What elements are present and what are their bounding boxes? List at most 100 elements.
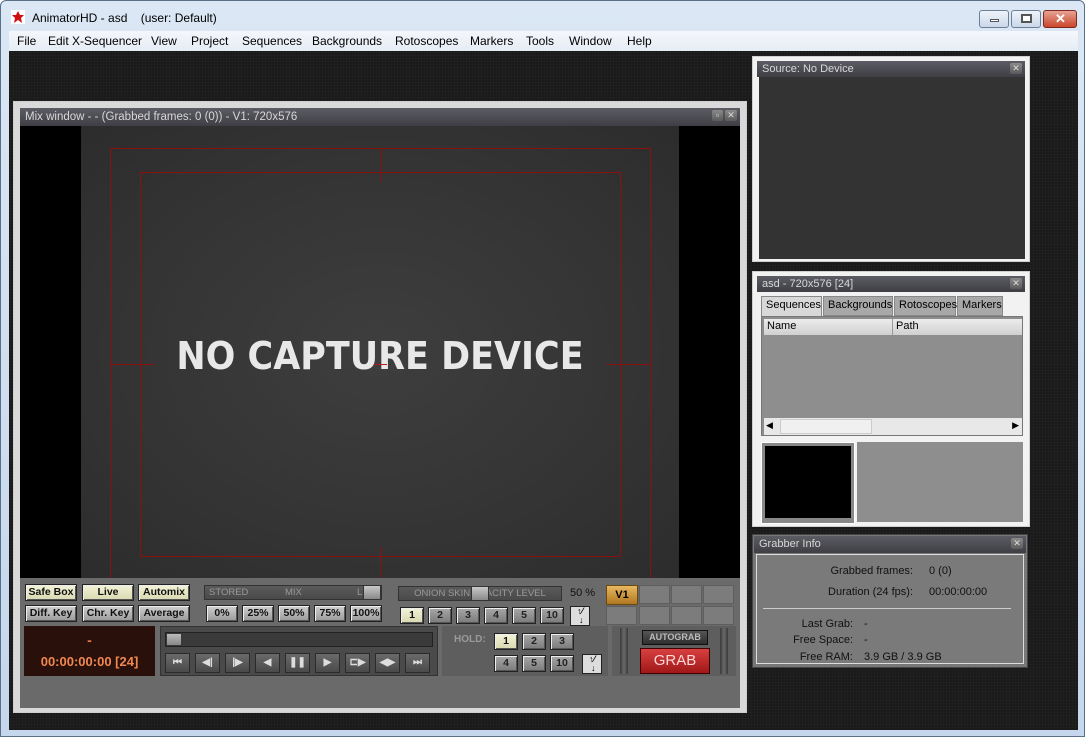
grab-panel: AUTOGRAB GRAB — [612, 626, 736, 676]
video-frame: NO CAPTURE DEVICE — [81, 126, 679, 581]
layer-slot[interactable] — [606, 606, 637, 625]
scrollbar-thumb[interactable] — [780, 419, 872, 434]
hold-4[interactable]: 4 — [494, 655, 518, 672]
menu-markers[interactable]: Markers — [470, 34, 513, 48]
source-panel-header[interactable]: Source: No Device ✕ — [757, 61, 1025, 77]
onion-skin-thumb[interactable] — [471, 586, 489, 601]
close-icon[interactable]: ✕ — [725, 110, 737, 121]
menu-tools[interactable]: Tools — [526, 34, 554, 48]
menu-project[interactable]: Project — [191, 34, 228, 48]
project-panel-header[interactable]: asd - 720x576 [24] ✕ — [757, 276, 1025, 292]
maximize-button[interactable] — [1011, 10, 1041, 28]
safe-box-button[interactable]: Safe Box — [25, 584, 77, 601]
source-preview — [759, 77, 1025, 259]
menu-window[interactable]: Window — [569, 34, 612, 48]
menu-rotoscopes[interactable]: Rotoscopes — [395, 34, 458, 48]
menu-edit-x-sequencer[interactable]: Edit X-Sequencer — [48, 34, 142, 48]
menu-sequences[interactable]: Sequences — [242, 34, 302, 48]
close-icon[interactable]: ✕ — [1010, 278, 1022, 289]
onion-frame-5[interactable]: 5 — [512, 607, 536, 624]
minimize-button[interactable] — [979, 10, 1009, 28]
column-path[interactable]: Path — [896, 320, 919, 332]
layer-slot[interactable] — [703, 585, 734, 604]
go-to-start-button[interactable]: ⏮ — [165, 653, 190, 673]
mix-preset-100[interactable]: 100% — [350, 605, 382, 622]
source-panel: Source: No Device ✕ — [752, 56, 1030, 262]
close-icon[interactable]: ✕ — [1010, 63, 1022, 74]
app-logo-icon — [11, 10, 25, 24]
no-capture-device-text: NO CAPTURE DEVICE — [176, 334, 584, 378]
ping-pong-button[interactable]: ◀▶ — [375, 653, 400, 673]
hold-direction-toggle[interactable]: ↑⁄ ↓ — [582, 654, 602, 674]
diff-key-button[interactable]: Diff. Key — [25, 605, 77, 622]
menu-view[interactable]: View — [151, 34, 177, 48]
menu-help[interactable]: Help — [627, 34, 652, 48]
close-button[interactable]: ✕ — [1043, 10, 1077, 28]
divider — [763, 608, 1011, 609]
close-icon[interactable]: ✕ — [1011, 538, 1023, 549]
live-button[interactable]: Live — [82, 584, 134, 601]
center-crosshair — [374, 364, 387, 365]
list-header: Name Path — [764, 319, 1022, 335]
mix-preset-25[interactable]: 25% — [242, 605, 274, 622]
menu-file[interactable]: File — [17, 34, 36, 48]
mix-preset-0[interactable]: 0% — [206, 605, 238, 622]
horizontal-scrollbar[interactable]: ◀ ▶ — [764, 418, 1022, 435]
onion-direction-toggle[interactable]: ↑⁄ ↓ — [570, 606, 590, 626]
onion-frame-2[interactable]: 2 — [428, 607, 452, 624]
mix-preset-50[interactable]: 50% — [278, 605, 310, 622]
play-reverse-button[interactable]: ◀ — [255, 653, 280, 673]
safe-tick-bottom — [380, 547, 381, 581]
grab-button[interactable]: GRAB — [640, 648, 710, 674]
column-name[interactable]: Name — [767, 320, 796, 332]
grabber-info-header[interactable]: Grabber Info ✕ — [754, 536, 1026, 553]
layer-slot[interactable] — [639, 606, 670, 625]
step-back-button[interactable]: ◀| — [195, 653, 220, 673]
layer-slot[interactable] — [671, 606, 702, 625]
autograb-button[interactable]: AUTOGRAB — [642, 630, 708, 645]
onion-frame-1[interactable]: 1 — [400, 607, 424, 624]
restore-icon[interactable]: ▫ — [712, 110, 723, 121]
grabbed-frames-value: 0 (0) — [929, 565, 952, 577]
scroll-left-icon[interactable]: ◀ — [766, 420, 773, 431]
timeline-scrubber[interactable] — [165, 632, 433, 647]
layer-slot[interactable] — [703, 606, 734, 625]
menu-backgrounds[interactable]: Backgrounds — [312, 34, 382, 48]
onion-skin-slider[interactable]: ONION SKIN OPACITY LEVEL — [398, 586, 562, 601]
automix-button[interactable]: Automix — [138, 584, 190, 601]
chr-key-button[interactable]: Chr. Key — [82, 605, 134, 622]
free-space-value: - — [864, 634, 868, 646]
step-forward-button[interactable]: |▶ — [225, 653, 250, 673]
tab-backgrounds[interactable]: Backgrounds — [823, 296, 893, 316]
tab-markers[interactable]: Markers — [957, 296, 1003, 316]
title-bar: AnimatorHD - asd (user: Default) ✕ — [1, 1, 1084, 31]
scroll-right-icon[interactable]: ▶ — [1012, 420, 1019, 431]
hold-1[interactable]: 1 — [494, 633, 518, 650]
go-to-end-button[interactable]: ⏭ — [405, 653, 430, 673]
average-button[interactable]: Average — [138, 605, 190, 622]
onion-frame-3[interactable]: 3 — [456, 607, 480, 624]
hold-2[interactable]: 2 — [522, 633, 546, 650]
play-button[interactable]: ▶ — [315, 653, 340, 673]
sequence-info-area — [857, 442, 1023, 522]
mix-slider[interactable]: STORED MIX LIVE — [204, 585, 382, 600]
loop-button[interactable]: ⊏▶ — [345, 653, 370, 673]
sequence-list[interactable]: Name Path ◀ ▶ — [761, 316, 1023, 436]
onion-frame-10[interactable]: 10 — [540, 607, 564, 624]
mix-preset-75[interactable]: 75% — [314, 605, 346, 622]
scrubber-thumb[interactable] — [167, 634, 181, 645]
onion-frame-4[interactable]: 4 — [484, 607, 508, 624]
hold-3[interactable]: 3 — [550, 633, 574, 650]
mix-window-header[interactable]: Mix window - - (Grabbed frames: 0 (0)) -… — [20, 108, 740, 126]
tab-sequences[interactable]: Sequences — [761, 296, 822, 317]
layer-v1-button[interactable]: V1 — [606, 585, 638, 605]
layer-slot[interactable] — [671, 585, 702, 604]
pause-button[interactable]: ❚❚ — [285, 653, 310, 673]
layer-slot[interactable] — [639, 585, 670, 604]
hold-10[interactable]: 10 — [550, 655, 574, 672]
duration-value: 00:00:00:00 — [929, 586, 988, 598]
mix-slider-thumb[interactable] — [363, 585, 381, 600]
hold-5[interactable]: 5 — [522, 655, 546, 672]
tab-rotoscopes[interactable]: Rotoscopes — [894, 296, 957, 316]
close-icon: ✕ — [1055, 11, 1066, 26]
